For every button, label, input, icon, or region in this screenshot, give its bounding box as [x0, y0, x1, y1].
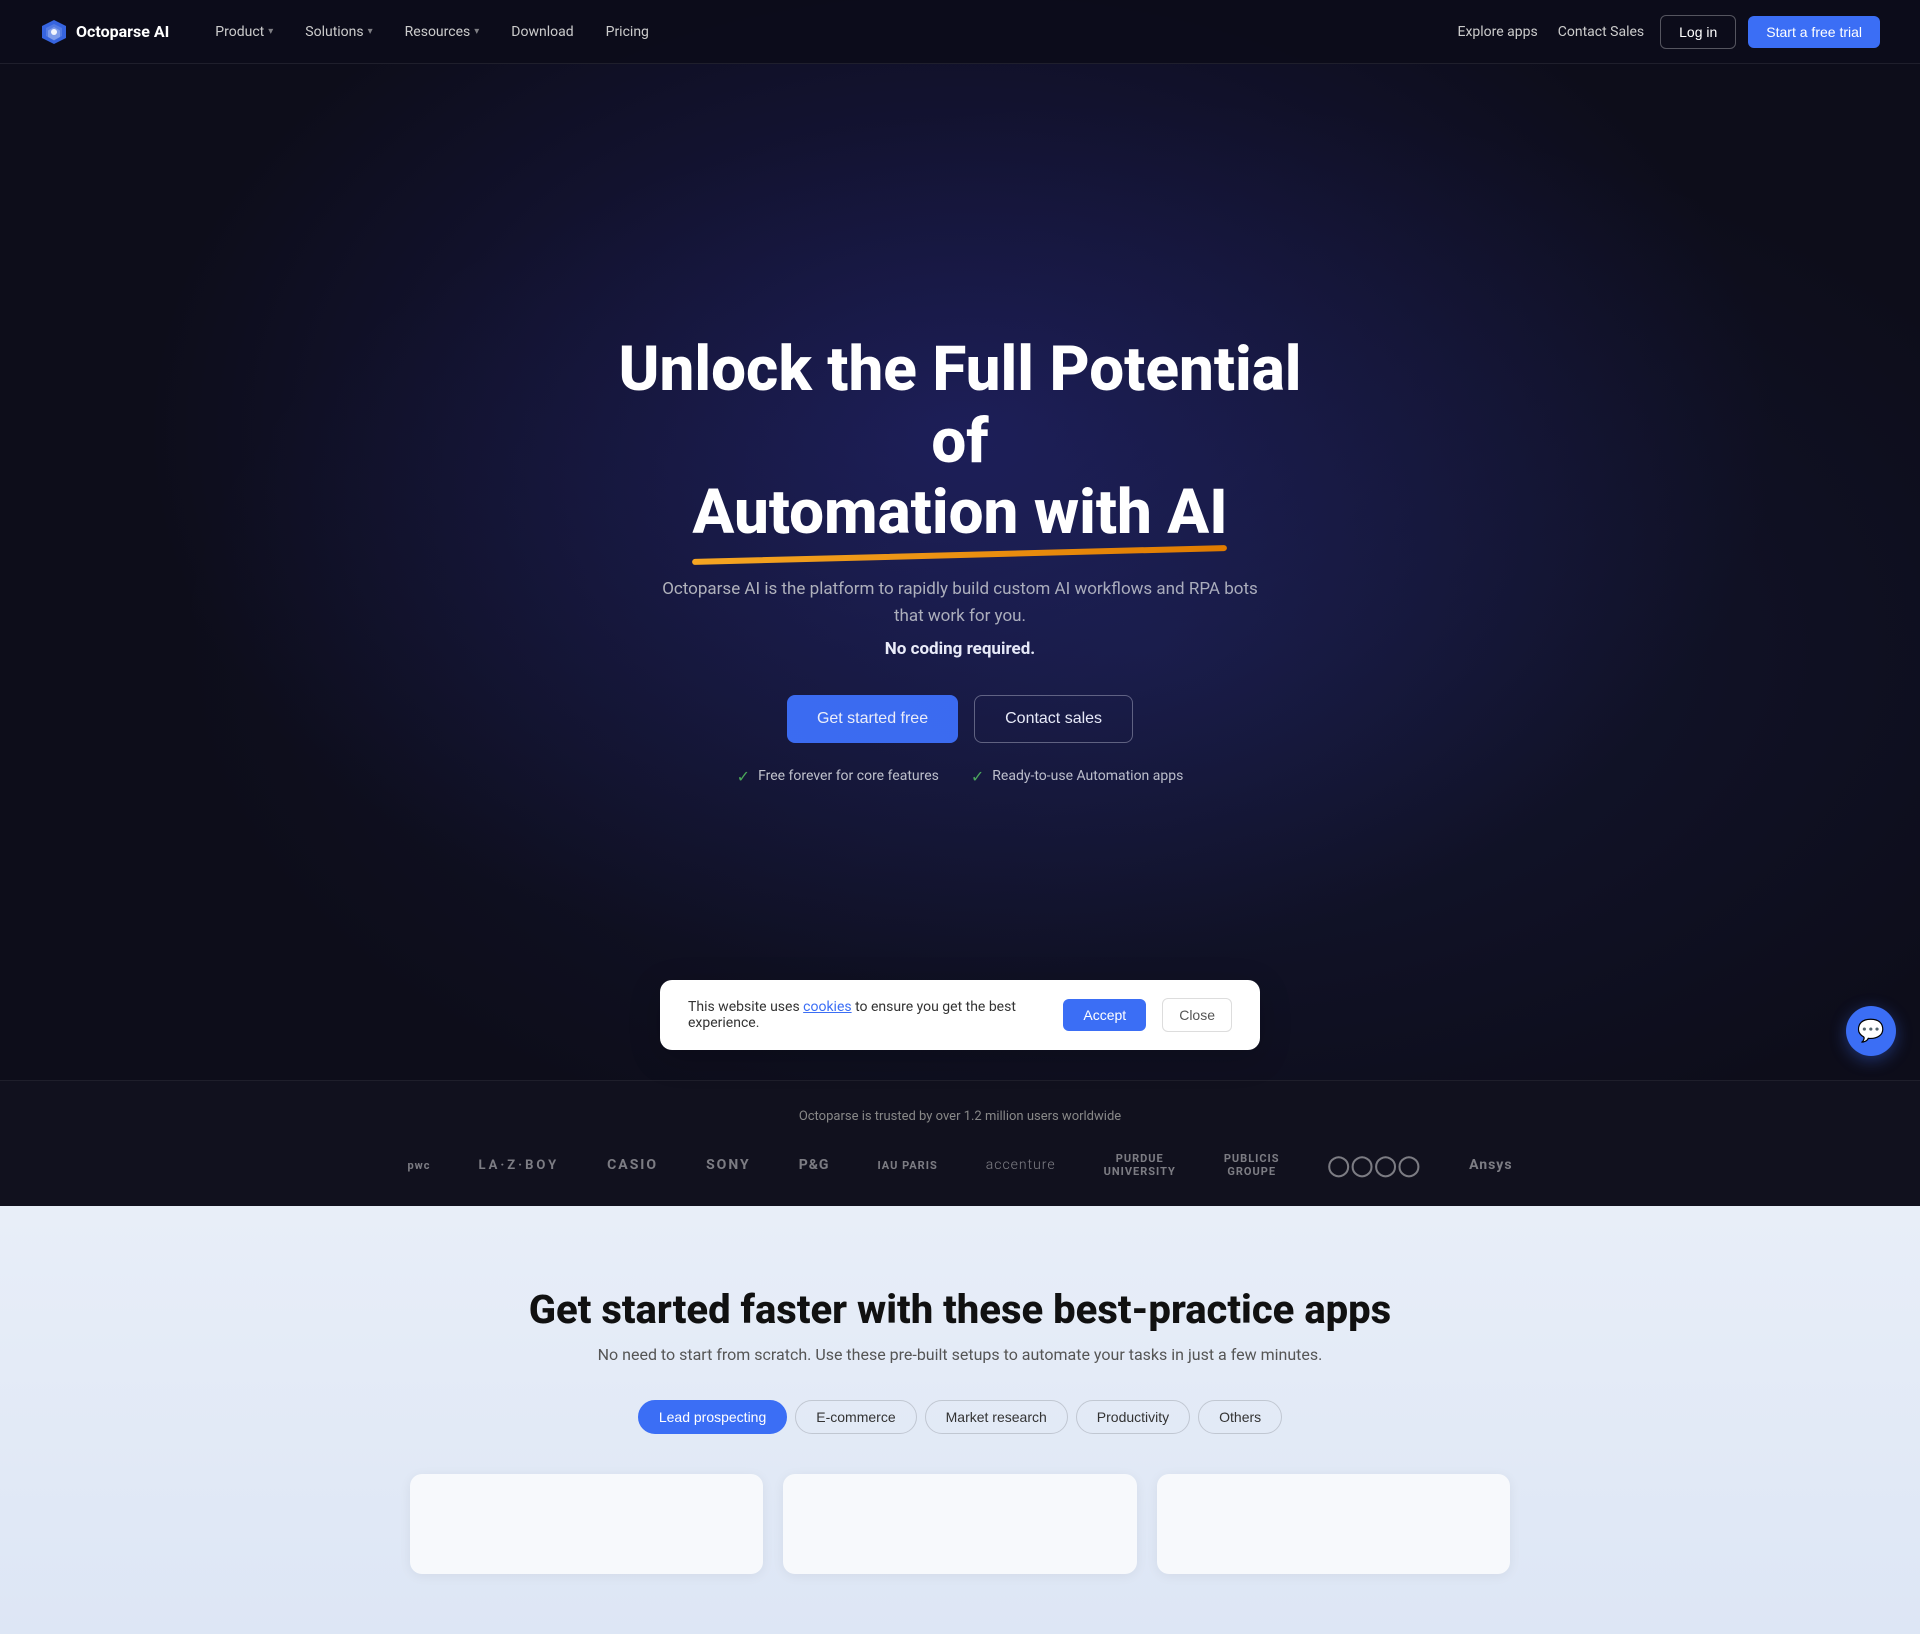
logo-casio: CASIO	[607, 1157, 658, 1173]
cookie-banner: This website uses cookies to ensure you …	[660, 980, 1260, 1050]
logo[interactable]: Octoparse AI	[40, 18, 169, 46]
logo-accenture: accenture	[986, 1157, 1056, 1173]
nav-contact-sales[interactable]: Contact Sales	[1554, 16, 1648, 48]
hero-buttons: Get started free Contact sales	[787, 695, 1133, 743]
nav-product[interactable]: Product ▾	[201, 16, 287, 48]
apps-section: Get started faster with these best-pract…	[0, 1206, 1920, 1634]
logo-pg: P&G	[799, 1157, 830, 1173]
hero-title-highlight: Automation with AI	[692, 477, 1227, 548]
logo-iau-paris: IAU PARIS	[877, 1159, 937, 1172]
chat-icon: 💬	[1857, 1019, 1884, 1044]
section2-subtitle: No need to start from scratch. Use these…	[60, 1345, 1860, 1364]
check-icon: ✓	[971, 767, 984, 786]
cookie-close-button[interactable]: Close	[1162, 998, 1232, 1032]
chevron-down-icon: ▾	[474, 26, 479, 37]
app-cards-grid	[410, 1474, 1510, 1574]
hero-subtitle: Octoparse AI is the platform to rapidly …	[660, 576, 1260, 630]
category-tabs: Lead prospecting E-commerce Market resea…	[60, 1400, 1860, 1434]
cookie-link[interactable]: cookies	[803, 999, 851, 1015]
logo-purdue: PURDUEUNIVERSITY	[1104, 1152, 1176, 1178]
navbar: Octoparse AI Product ▾ Solutions ▾ Resou…	[0, 0, 1920, 64]
nav-main-links: Product ▾ Solutions ▾ Resources ▾ Downlo…	[201, 16, 663, 48]
app-card-1[interactable]	[410, 1474, 763, 1574]
get-started-button[interactable]: Get started free	[787, 695, 958, 743]
contact-sales-button[interactable]: Contact sales	[974, 695, 1133, 743]
nav-explore-apps[interactable]: Explore apps	[1454, 16, 1542, 48]
nav-resources[interactable]: Resources ▾	[391, 16, 494, 48]
hero-checks: ✓ Free forever for core features ✓ Ready…	[737, 767, 1184, 786]
section2-title: Get started faster with these best-pract…	[60, 1286, 1860, 1333]
chevron-down-icon: ▾	[268, 26, 273, 37]
tab-lead-prospecting[interactable]: Lead prospecting	[638, 1400, 787, 1434]
nav-solutions[interactable]: Solutions ▾	[291, 16, 386, 48]
app-card-3[interactable]	[1157, 1474, 1510, 1574]
logo-text: Octoparse AI	[76, 22, 169, 41]
logo-sony: SONY	[706, 1157, 751, 1173]
cookie-text: This website uses cookies to ensure you …	[688, 999, 1047, 1031]
hero-section: Unlock the Full Potential of Automation …	[0, 0, 1920, 1080]
logo-publicis: PUBLICISGROUPE	[1224, 1152, 1280, 1178]
start-trial-button[interactable]: Start a free trial	[1748, 16, 1880, 48]
nav-download[interactable]: Download	[497, 16, 587, 48]
trusted-text: Octoparse is trusted by over 1.2 million…	[60, 1109, 1860, 1124]
chevron-down-icon: ▾	[368, 26, 373, 37]
hero-check-1: ✓ Free forever for core features	[737, 767, 939, 786]
tab-others[interactable]: Others	[1198, 1400, 1282, 1434]
hero-subtitle-bold: No coding required.	[885, 639, 1035, 659]
hero-title: Unlock the Full Potential of Automation …	[610, 334, 1310, 548]
chat-bubble[interactable]: 💬	[1846, 1006, 1896, 1056]
logo-row: pwc LA·Z·BOY CASIO SONY P&G IAU PARIS ac…	[60, 1152, 1860, 1178]
nav-right-actions: Explore apps Contact Sales Log in Start …	[1454, 15, 1880, 49]
trusted-section: Octoparse is trusted by over 1.2 million…	[0, 1080, 1920, 1206]
logo-pwc: pwc	[407, 1159, 430, 1172]
logo-audi: ◯◯◯◯	[1328, 1153, 1422, 1177]
check-icon: ✓	[737, 767, 750, 786]
hero-check-2: ✓ Ready-to-use Automation apps	[971, 767, 1183, 786]
login-button[interactable]: Log in	[1660, 15, 1736, 49]
logo-ansys: Ansys	[1469, 1157, 1512, 1173]
logo-icon	[40, 18, 68, 46]
app-card-2[interactable]	[783, 1474, 1136, 1574]
cookie-accept-button[interactable]: Accept	[1063, 999, 1146, 1031]
tab-ecommerce[interactable]: E-commerce	[795, 1400, 916, 1434]
nav-pricing[interactable]: Pricing	[592, 16, 663, 48]
tab-market-research[interactable]: Market research	[925, 1400, 1068, 1434]
logo-lazboy: LA·Z·BOY	[478, 1158, 559, 1173]
tab-productivity[interactable]: Productivity	[1076, 1400, 1190, 1434]
